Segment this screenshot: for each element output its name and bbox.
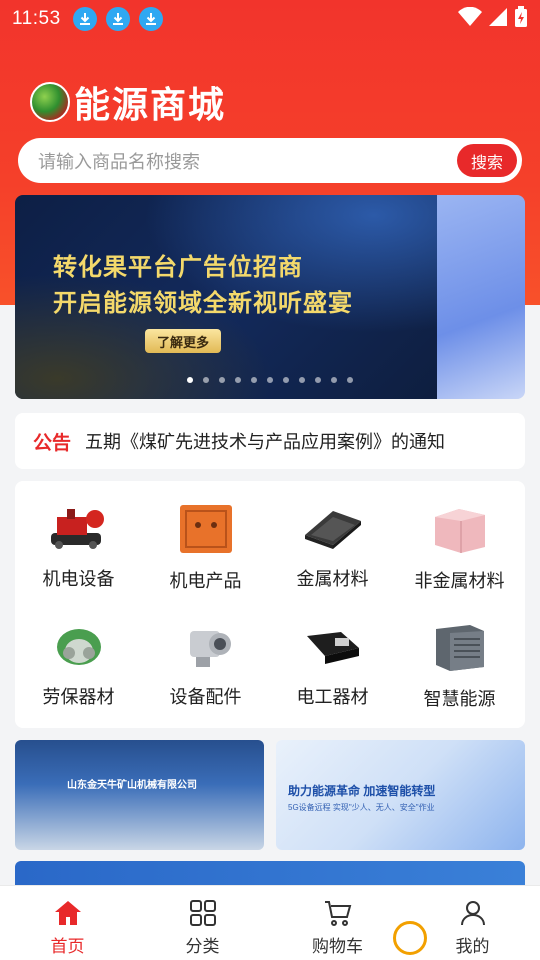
category-label: 机电产品 bbox=[169, 571, 242, 591]
signal-icon bbox=[488, 7, 508, 32]
banner-slide[interactable]: 转化果平台广告位招商 开启能源领域全新视听盛宴 了解更多 bbox=[15, 195, 437, 399]
category-label: 劳保器材 bbox=[42, 687, 115, 707]
banner-subheadline: 开启能源领域全新视听盛宴 bbox=[53, 290, 353, 317]
cart-icon bbox=[323, 898, 353, 928]
respirator-mask-icon bbox=[47, 621, 111, 671]
category-item[interactable]: 设备配件 bbox=[142, 599, 269, 709]
carousel-dot[interactable] bbox=[347, 377, 353, 383]
category-item[interactable]: 非金属材料 bbox=[396, 481, 523, 591]
banner-headline: 转化果平台广告位招商 bbox=[53, 254, 303, 281]
wifi-icon bbox=[458, 6, 482, 32]
category-item[interactable]: 智慧能源 bbox=[396, 599, 523, 709]
notice-text[interactable]: 五期《煤矿先进技术与产品应用案例》的通知 bbox=[85, 428, 445, 454]
mining-machine-icon bbox=[47, 503, 111, 553]
logo-text: 能源商城 bbox=[74, 84, 227, 125]
ad-title: 助力能源革命 加速智能转型 bbox=[288, 784, 436, 798]
camera-part-icon bbox=[174, 621, 238, 671]
carousel-dot[interactable] bbox=[331, 377, 337, 383]
ad-subtitle: 5G设备远程 实现"少人、无人、安全"作业 bbox=[288, 803, 435, 812]
ad-card-right[interactable]: 助力能源革命 加速智能转型 5G设备远程 实现"少人、无人、安全"作业 bbox=[276, 740, 525, 850]
ad-card-left[interactable]: 山东金天牛矿山机械有限公司 bbox=[15, 740, 264, 850]
tab-cart[interactable]: 购物车 bbox=[270, 886, 405, 960]
tab-label: 购物车 bbox=[312, 937, 363, 956]
download-icon bbox=[105, 7, 130, 31]
app-logo: 能源商城 bbox=[30, 76, 226, 128]
banner-carousel[interactable]: 转化果平台广告位招商 开启能源领域全新视听盛宴 了解更多 bbox=[15, 195, 525, 399]
category-label: 非金属材料 bbox=[414, 571, 505, 591]
category-grid: 机电设备 机电产品 金属材料 非金属材料 劳保器材 设备配件 电工器材 智慧能源 bbox=[15, 481, 525, 728]
notice-label: 公告 bbox=[33, 432, 72, 454]
category-item[interactable]: 机电设备 bbox=[15, 481, 142, 591]
banner-next-slide[interactable] bbox=[437, 195, 525, 399]
carousel-dot[interactable] bbox=[283, 377, 289, 383]
status-bar: 11:53 bbox=[0, 0, 540, 38]
status-time: 11:53 bbox=[12, 8, 61, 29]
category-item[interactable]: 金属材料 bbox=[269, 481, 396, 591]
search-button[interactable]: 搜索 bbox=[457, 144, 517, 177]
watermark-circle-icon bbox=[393, 921, 427, 955]
carousel-dot[interactable] bbox=[299, 377, 305, 383]
carousel-dot[interactable] bbox=[219, 377, 225, 383]
tab-label: 分类 bbox=[185, 937, 220, 956]
logo-mark-icon bbox=[30, 82, 70, 122]
home-icon bbox=[53, 898, 83, 928]
tab-label: 首页 bbox=[50, 937, 85, 956]
download-icon bbox=[72, 7, 97, 31]
category-label: 机电设备 bbox=[42, 569, 115, 589]
tab-home[interactable]: 首页 bbox=[0, 886, 135, 960]
category-label: 设备配件 bbox=[169, 687, 242, 707]
carousel-dots bbox=[187, 377, 353, 383]
carousel-dot[interactable] bbox=[187, 377, 193, 383]
ad-title: 山东金天牛矿山机械有限公司 bbox=[67, 780, 197, 791]
pink-blocks-icon bbox=[428, 503, 492, 555]
grid-icon bbox=[188, 898, 218, 928]
electrical-box-icon bbox=[174, 503, 238, 555]
tab-category[interactable]: 分类 bbox=[135, 886, 270, 960]
category-item[interactable]: 电工器材 bbox=[269, 599, 396, 709]
carousel-dot[interactable] bbox=[203, 377, 209, 383]
category-label: 智慧能源 bbox=[423, 689, 496, 709]
search-bar[interactable]: 请输入商品名称搜索 搜索 bbox=[18, 138, 522, 183]
metal-frame-icon bbox=[301, 503, 365, 553]
carousel-dot[interactable] bbox=[235, 377, 241, 383]
carousel-dot[interactable] bbox=[315, 377, 321, 383]
category-label: 电工器材 bbox=[296, 687, 369, 707]
search-input[interactable]: 请输入商品名称搜索 bbox=[38, 148, 200, 174]
category-item[interactable]: 劳保器材 bbox=[15, 599, 142, 709]
banner-learn-more-button[interactable]: 了解更多 bbox=[145, 329, 221, 353]
carousel-dot[interactable] bbox=[267, 377, 273, 383]
download-icon bbox=[138, 7, 163, 31]
connector-icon bbox=[301, 621, 365, 671]
notice-bar[interactable]: 公告 五期《煤矿先进技术与产品应用案例》的通知 bbox=[15, 413, 525, 469]
battery-icon bbox=[514, 5, 528, 33]
category-item[interactable]: 机电产品 bbox=[142, 481, 269, 591]
cabinet-icon bbox=[428, 621, 492, 673]
category-label: 金属材料 bbox=[296, 569, 369, 589]
carousel-dot[interactable] bbox=[251, 377, 257, 383]
watermark-logo bbox=[393, 916, 540, 960]
